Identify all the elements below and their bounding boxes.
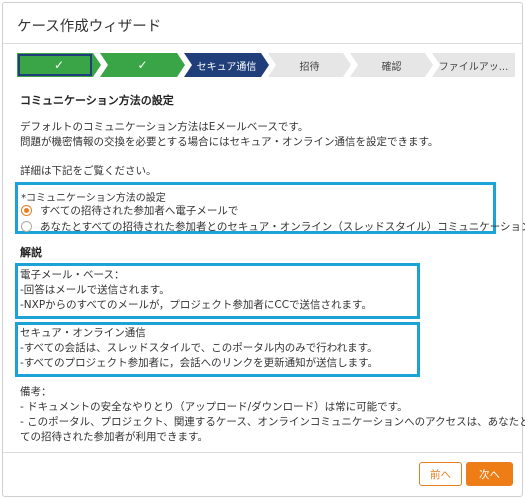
email-heading: 電子メール・ベース： xyxy=(20,269,125,281)
option-label: あなたとすべての招待された参加者とのセキュア・オンライン（スレッドスタイル）コミ… xyxy=(40,221,525,233)
step-label: 確認 xyxy=(381,61,402,73)
step-4-invite[interactable]: 招待 xyxy=(268,53,351,77)
option-label: すべての招待された参加者へ電子メールで xyxy=(40,205,239,217)
notes-line-1: - ドキュメントの安全なやりとり（アップロード/ダウンロード）は常に可能です。 xyxy=(20,401,408,413)
details-text: 詳細は下記をご覧ください。 xyxy=(20,165,157,177)
secure-line-2: -すべてのプロジェクト参加者に，会話へのリンクを更新通知が送信します。 xyxy=(20,357,379,369)
notes-line-3: ての招待された参加者が利用できます。 xyxy=(20,431,208,443)
step-6-file-upload[interactable]: ファイルアッ... xyxy=(432,53,515,77)
step-2[interactable]: ✓ xyxy=(100,53,185,77)
title-divider xyxy=(3,43,522,44)
secure-heading: セキュア・オンライン通信 xyxy=(20,327,146,339)
section-title: コミュニケーション方法の設定 xyxy=(20,94,174,107)
footer-divider xyxy=(3,452,522,453)
notes-heading: 備考： xyxy=(20,386,52,398)
option-email[interactable]: すべての招待された参加者へ電子メールで xyxy=(21,203,238,218)
secure-line-1: -すべての会話は、スレッドスタイルで、このポータル内のみで行われます。 xyxy=(20,342,378,354)
radio-button[interactable] xyxy=(21,205,32,216)
wizard-dialog: ケース作成ウィザード ✓ ✓ セキュア通信 招待 確認 ファイルアッ... コミ… xyxy=(2,2,525,497)
step-label: 招待 xyxy=(299,61,320,73)
intro-text-1: デフォルトのコミュニケーション方法はEメールベースです。 xyxy=(20,121,309,133)
step-label: セキュア通信 xyxy=(196,61,257,73)
next-button[interactable]: 次へ xyxy=(466,462,513,486)
notes-line-2: - このポータル、プロジェクト、関連するケース、オンラインコミュニケーションへの… xyxy=(20,416,525,428)
step-label: ファイルアッ... xyxy=(438,61,509,73)
option-secure-online[interactable]: あなたとすべての招待された参加者とのセキュア・オンライン（スレッドスタイル）コミ… xyxy=(21,219,525,234)
radio-button[interactable] xyxy=(21,221,32,232)
email-line-2: -NXPからのすべてのメールが，プロジェクト参加者にCCで送信されます。 xyxy=(20,299,372,311)
step-5-confirm[interactable]: 確認 xyxy=(350,53,433,77)
explanation-title: 解説 xyxy=(20,246,42,259)
wizard-stepper: ✓ ✓ セキュア通信 招待 確認 ファイルアッ... xyxy=(17,53,515,77)
step-3-secure-communication[interactable]: セキュア通信 xyxy=(184,53,269,77)
email-line-1: -回答はメールで送信されます。 xyxy=(20,284,170,296)
method-label: *コミュニケーション方法の設定 xyxy=(21,193,166,204)
check-icon: ✓ xyxy=(137,58,148,72)
prev-button[interactable]: 前へ xyxy=(419,462,462,486)
dialog-title: ケース作成ウィザード xyxy=(17,19,162,35)
check-icon: ✓ xyxy=(53,58,65,72)
step-1[interactable]: ✓ xyxy=(17,53,101,77)
intro-text-2: 問題が機密情報の交換を必要とする場合にはセキュア・オンライン通信を設定できます。 xyxy=(20,136,439,148)
